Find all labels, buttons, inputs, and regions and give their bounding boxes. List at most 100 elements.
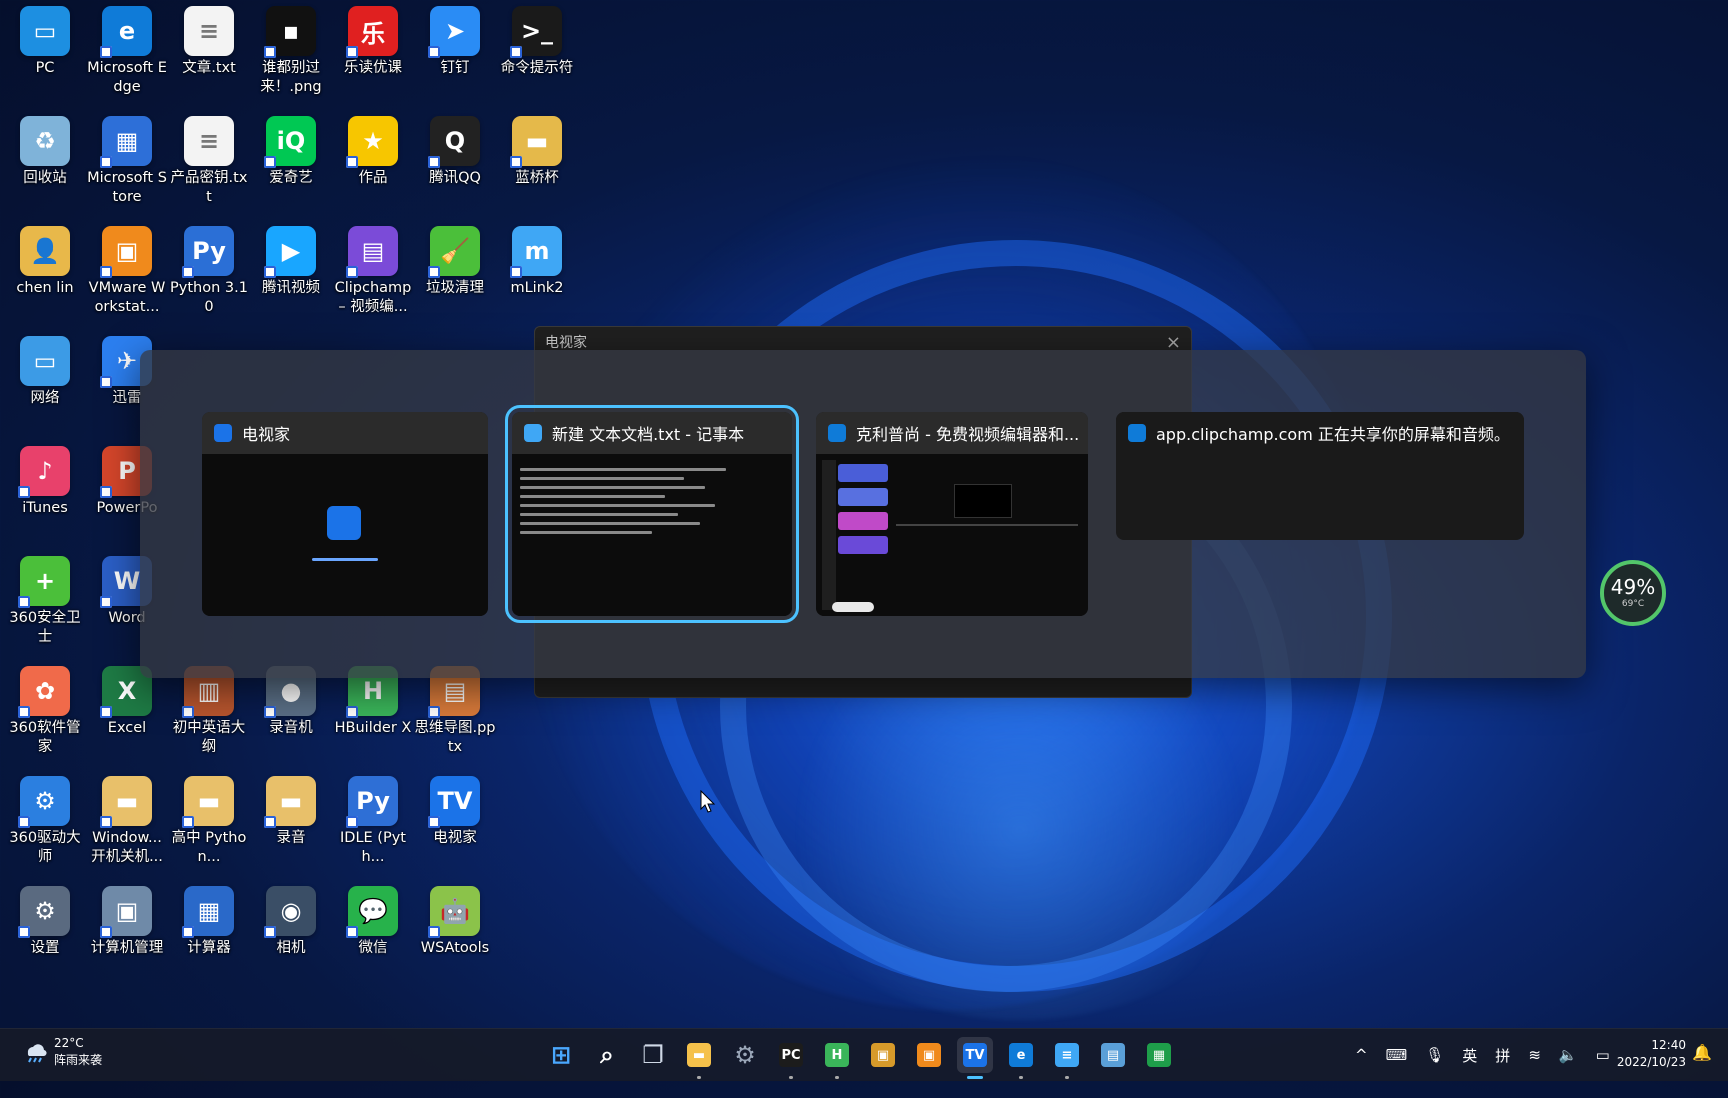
weather-widget[interactable]: 22°C 阵雨来袭 (22, 1035, 102, 1069)
app-icon: ▭ (20, 6, 70, 56)
desktop-icon[interactable]: Py IDLE (Pyth... (332, 772, 414, 867)
desktop-icon[interactable]: ▬ 蓝桥杯 (496, 112, 578, 188)
desktop-icon-label: 360驱动大师 (9, 830, 81, 865)
desktop-icon[interactable]: ⚙ 360驱动大师 (4, 772, 86, 867)
wifi-icon[interactable]: ≋ (1528, 1046, 1541, 1064)
switcher-card-dianshijia[interactable]: 电视家 (202, 412, 488, 616)
desktop-icon[interactable]: ▬ 高中 Python... (168, 772, 250, 867)
switcher-card-clipchamp[interactable]: 克利普尚 - 免费视频编辑器和... (816, 412, 1088, 616)
desktop-icon[interactable]: ◉ 相机 (250, 882, 332, 958)
taskbar-start-button[interactable]: ⊞ (543, 1037, 579, 1073)
microphone-icon[interactable]: 🎙 (1425, 1046, 1444, 1064)
taskbar-photos-button[interactable]: ▤ (1095, 1037, 1131, 1073)
desktop-icon[interactable]: ▬ 录音 (250, 772, 332, 848)
desktop-icon-label: HBuilder X (334, 720, 412, 736)
desktop-icon[interactable]: >_ 命令提示符 (496, 2, 578, 78)
app-icon: ▬ (264, 776, 316, 828)
notification-icon[interactable]: 🔔 (1692, 1043, 1712, 1062)
desktop-icon[interactable]: ▭ PC (4, 2, 86, 78)
weather-desc: 阵雨来袭 (54, 1053, 103, 1067)
battery-icon[interactable]: ▭ (1596, 1046, 1610, 1064)
desktop-icon[interactable]: ▤ Clipchamp – 视频编... (332, 222, 414, 317)
desktop-icon[interactable]: 🤖 WSAtools (414, 882, 496, 958)
taskbar-apps: ⊞ ⌕ ❐ ▬ ⚙ PC H ▣ ▣ TV e ≡ ▤ ▦ (538, 1037, 1182, 1079)
desktop-icon[interactable]: ♻ 回收站 (4, 112, 86, 188)
desktop-icon[interactable]: 💬 微信 (332, 882, 414, 958)
desktop-icon[interactable]: e Microsoft Edge (86, 2, 168, 97)
clock[interactable]: 12:40 2022/10/23 (1616, 1037, 1686, 1071)
app-icon: TV (428, 776, 480, 828)
desktop-icon[interactable]: ▦ Microsoft Store (86, 112, 168, 207)
dianshijia-icon: TV (963, 1043, 987, 1067)
taskbar-settings-button[interactable]: ⚙ (727, 1037, 763, 1073)
taskbar-edge-button[interactable]: e (1003, 1037, 1039, 1079)
desktop-icon[interactable]: ▬ Window... 开机关机... (86, 772, 168, 867)
desktop-icon[interactable]: 🧹 垃圾清理 (414, 222, 496, 298)
desktop-icon[interactable]: ▭ 网络 (4, 332, 86, 408)
volume-icon[interactable]: 🔈 (1559, 1046, 1578, 1064)
desktop-icon-label: 垃圾清理 (426, 280, 484, 296)
app-icon: ➤ (428, 6, 480, 58)
desktop-icon[interactable]: Py Python 3.10 (168, 222, 250, 317)
taskbar-dianshijia-button[interactable]: TV (957, 1037, 993, 1079)
export-button (832, 602, 874, 612)
chevron-up-icon[interactable]: ^ (1355, 1046, 1368, 1064)
desktop-icon[interactable]: 乐乐读优课 (332, 2, 414, 78)
desktop-icon[interactable]: ≡ 产品密钥.txt (168, 112, 250, 207)
ime-mode[interactable]: 拼 (1495, 1045, 1510, 1066)
app-icon: ≡ (184, 116, 234, 166)
desktop-icon-label: VMware Workstat... (88, 280, 166, 315)
desktop-icon[interactable]: ♪ iTunes (4, 442, 86, 518)
taskbar-notepad-button[interactable]: ≡ (1049, 1037, 1085, 1079)
desktop-icon-label: 电视家 (433, 830, 477, 846)
taskbar-app-orange-button[interactable]: ▣ (865, 1037, 901, 1073)
desktop-icon[interactable]: ≡ 文章.txt (168, 2, 250, 78)
hbuilder-icon: H (825, 1043, 849, 1067)
app-icon: Py (346, 776, 398, 828)
desktop-icon-label: 微信 (358, 940, 388, 956)
edge-icon: e (1009, 1043, 1033, 1067)
taskbar-file-explorer-button[interactable]: ▬ (681, 1037, 717, 1079)
keyboard-icon[interactable]: ⌨ (1386, 1046, 1408, 1064)
taskbar-excel-green-button[interactable]: ▦ (1141, 1037, 1177, 1073)
settings-icon: ⚙ (734, 1041, 756, 1069)
edge-icon (1128, 424, 1146, 442)
switcher-card-notepad[interactable]: 新建 文本文档.txt - 记事本 (505, 405, 799, 623)
photos-icon: ▤ (1101, 1043, 1125, 1067)
desktop-icon[interactable]: ⚙ 设置 (4, 882, 86, 958)
app-icon: ▶ (264, 226, 316, 278)
desktop-icon[interactable]: iQ 爱奇艺 (250, 112, 332, 188)
taskbar-search-button[interactable]: ⌕ (589, 1037, 625, 1073)
input-language[interactable]: 英 (1462, 1045, 1477, 1066)
desktop-icon[interactable]: ★ 作品 (332, 112, 414, 188)
performance-widget[interactable]: 49% 69°C (1600, 560, 1666, 626)
desktop-icon[interactable]: +360安全卫士 (4, 552, 86, 647)
desktop-icon-label: 钉钉 (440, 60, 470, 76)
desktop-icon[interactable]: ▶ 腾讯视频 (250, 222, 332, 298)
app-icon: Q (428, 116, 480, 168)
desktop-icon[interactable]: ➤ 钉钉 (414, 2, 496, 78)
taskbar-hbuilder-button[interactable]: H (819, 1037, 855, 1079)
rain-cloud-icon (22, 1039, 48, 1065)
taskbar-vmware-button[interactable]: ▣ (911, 1037, 947, 1073)
desktop-icon[interactable]: ✿ 360软件管家 (4, 662, 86, 757)
desktop-icon[interactable]: Q 腾讯QQ (414, 112, 496, 188)
loading-bar (312, 558, 378, 561)
desktop-icon[interactable]: ▦ 计算器 (168, 882, 250, 958)
dianshijia-icon (214, 424, 232, 442)
desktop-icon[interactable]: ▪ 谁都别过来！.png (250, 2, 332, 97)
cpu-percent: 49% (1610, 575, 1656, 599)
app-icon: 乐 (346, 6, 398, 58)
taskbar-task-view-button[interactable]: ❐ (635, 1037, 671, 1073)
taskbar-pycharm-button[interactable]: PC (773, 1037, 809, 1079)
switcher-card-title: 新建 文本文档.txt - 记事本 (552, 425, 745, 444)
desktop-icon[interactable]: ▣ VMware Workstat... (86, 222, 168, 317)
desktop-icon[interactable]: m mLink2 (496, 222, 578, 298)
desktop-icon[interactable]: ▣ 计算机管理 (86, 882, 168, 958)
desktop-icon-label: 思维导图.pptx (414, 720, 496, 755)
desktop-icon[interactable]: 👤 chen lin (4, 222, 86, 298)
desktop-icon[interactable]: TV 电视家 (414, 772, 496, 848)
desktop-icon-label: 360软件管家 (9, 720, 81, 755)
switcher-card-sharing[interactable]: app.clipchamp.com 正在共享你的屏幕和音频。 (1116, 412, 1524, 540)
app-icon: 🤖 (428, 886, 480, 938)
